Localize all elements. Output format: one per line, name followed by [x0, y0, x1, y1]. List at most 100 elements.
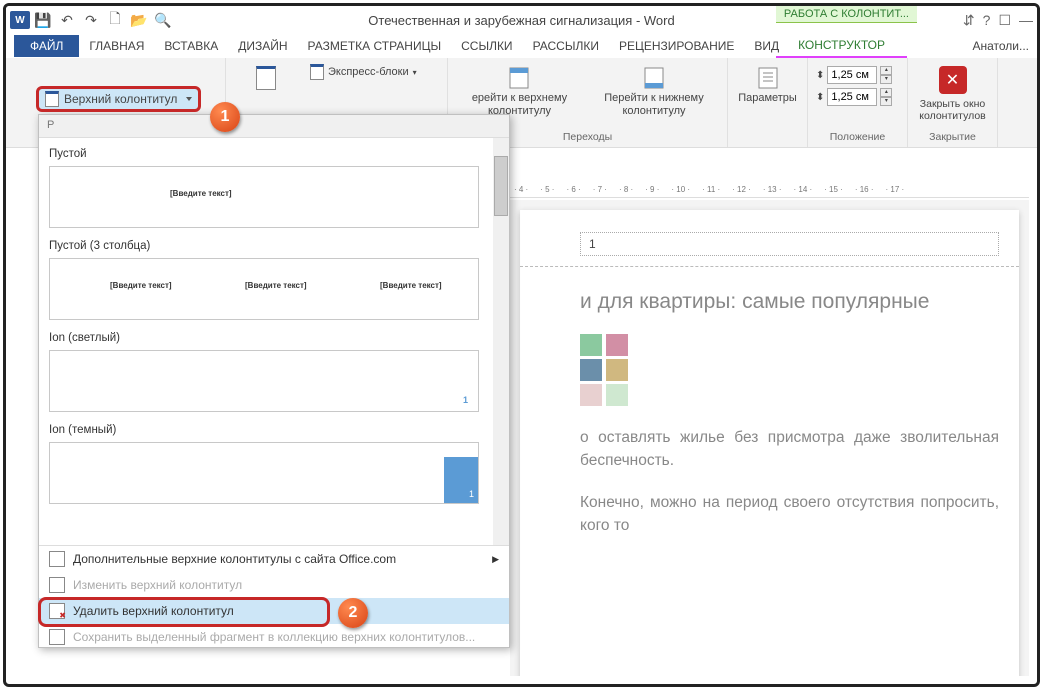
options-label: Параметры: [738, 92, 797, 105]
tab-mailings[interactable]: РАССЫЛКИ: [523, 35, 609, 57]
quick-parts-button[interactable]: Экспресс-блоки ▾: [306, 62, 439, 82]
close-header-footer-button[interactable]: ✕ Закрыть окно колонтитулов: [916, 62, 989, 126]
goto-footer-button[interactable]: Перейти к нижнему колонтитулу: [589, 62, 719, 119]
undo-icon[interactable]: ↶: [56, 9, 78, 31]
gallery-title-blank3: Пустой (3 столбца): [49, 236, 499, 258]
page[interactable]: 1 и для квартиры: самые популярные о ост…: [520, 210, 1019, 676]
header-edit-area[interactable]: 1: [580, 232, 999, 256]
group-position-label: Положение: [816, 131, 899, 145]
delete-header-label: Удалить верхний колонтитул: [73, 604, 234, 618]
new-icon[interactable]: 🗋: [104, 9, 126, 31]
options-icon: [755, 64, 781, 90]
edit-header-label: Изменить верхний колонтитул: [73, 578, 242, 592]
placeholder-text: [Введите текст]: [245, 281, 307, 290]
minimize-button[interactable]: —: [1019, 12, 1033, 28]
save-selection-icon: [49, 629, 65, 645]
delete-header-item[interactable]: Удалить верхний колонтитул: [39, 598, 509, 624]
restore-icon[interactable]: ☐: [998, 12, 1011, 29]
placeholder-text: [Введите текст]: [170, 189, 232, 198]
help-icon[interactable]: ?: [983, 12, 991, 28]
preview-icon[interactable]: 🔍: [152, 9, 174, 31]
spin-up[interactable]: ▴: [880, 88, 892, 97]
document-area: 1 и для квартиры: самые популярные о ост…: [510, 200, 1029, 676]
placeholder-text: [Введите текст]: [380, 281, 442, 290]
save-selection-label: Сохранить выделенный фрагмент в коллекци…: [73, 630, 475, 644]
page-icon: [45, 91, 59, 107]
spin-down[interactable]: ▾: [880, 75, 892, 84]
page-icon-btn[interactable]: [246, 60, 286, 96]
goto-footer-label: Перейти к нижнему колонтитулу: [593, 92, 715, 117]
gallery-title-ion-dark: Ion (темный): [49, 420, 499, 442]
gallery-item-blank3[interactable]: [Введите текст] [Введите текст] [Введите…: [49, 258, 479, 320]
callout-2: 2: [338, 598, 368, 628]
edit-header-icon: [49, 577, 65, 593]
office-icon: [49, 551, 65, 567]
save-icon[interactable]: 💾: [32, 9, 54, 31]
dropdown-hint: Р: [39, 115, 509, 138]
callout-1: 1: [210, 102, 240, 132]
tab-designer[interactable]: КОНСТРУКТОР: [776, 34, 907, 59]
header-dropdown-button[interactable]: Верхний колонтитул: [36, 86, 201, 112]
titlebar: W 💾 ↶ ↷ 🗋 📂 🔍 Отечественная и зарубежная…: [6, 6, 1037, 34]
more-office-label: Дополнительные верхние колонтитулы с сай…: [73, 552, 396, 566]
word-icon: W: [10, 11, 30, 29]
header-top-input[interactable]: [827, 66, 877, 84]
gallery-title-ion-light: Ion (светлый): [49, 328, 499, 350]
header-dropdown-label: Верхний колонтитул: [64, 92, 177, 106]
ribbon-options-icon[interactable]: ⇵: [963, 12, 975, 29]
tab-references[interactable]: ССЫЛКИ: [451, 35, 522, 57]
placeholder-text: [Введите текст]: [110, 281, 172, 290]
ribbon-tabs: ФАЙЛ ГЛАВНАЯ ВСТАВКА ДИЗАЙН РАЗМЕТКА СТР…: [6, 34, 1037, 58]
goto-footer-icon: [641, 64, 667, 90]
document-paragraph-1: о оставлять жилье без присмотра даже зво…: [580, 426, 999, 473]
tab-file[interactable]: ФАЙЛ: [14, 35, 79, 57]
dropdown-footer: Дополнительные верхние колонтитулы с сай…: [39, 546, 509, 650]
tab-layout[interactable]: РАЗМЕТКА СТРАНИЦЫ: [298, 35, 452, 57]
tab-review[interactable]: РЕЦЕНЗИРОВАНИЕ: [609, 35, 744, 57]
gallery-title-blank: Пустой: [49, 144, 499, 166]
chevron-right-icon: ▶: [492, 554, 499, 565]
window-title: Отечественная и зарубежная сигнализация …: [368, 13, 674, 28]
header-text: 1: [589, 237, 596, 251]
document-image-placeholder: [580, 334, 628, 406]
context-tab-header: РАБОТА С КОЛОНТИТ...: [776, 6, 917, 23]
scrollbar[interactable]: [493, 138, 509, 545]
header-gallery-dropdown: Р Пустой [Введите текст] Пустой (3 столб…: [38, 114, 510, 648]
header-separator: [520, 266, 1019, 267]
open-icon[interactable]: 📂: [128, 9, 150, 31]
options-button[interactable]: Параметры: [736, 62, 799, 107]
gallery-scroll[interactable]: Пустой [Введите текст] Пустой (3 столбца…: [39, 138, 509, 546]
group-close-label: Закрытие: [916, 131, 989, 145]
ion-dark-bar: 1: [444, 457, 478, 503]
more-from-office-item[interactable]: Дополнительные верхние колонтитулы с сай…: [39, 546, 509, 572]
document-paragraph-2: Конечно, можно на период своего отсутств…: [580, 491, 999, 538]
window-controls: ⇵ ? ☐ —: [963, 12, 1033, 29]
context-tab-group: РАБОТА С КОЛОНТИТ...: [776, 6, 917, 23]
tab-insert[interactable]: ВСТАВКА: [154, 35, 228, 57]
quick-access-toolbar: W 💾 ↶ ↷ 🗋 📂 🔍: [10, 9, 174, 31]
gallery-item-ion-dark[interactable]: 1: [49, 442, 479, 504]
spin-up[interactable]: ▴: [880, 66, 892, 75]
header-bottom-position: ⬍ ▴▾: [816, 88, 899, 106]
tab-design[interactable]: ДИЗАЙН: [228, 35, 297, 57]
horizontal-ruler[interactable]: · 4 ·· 5 ·· 6 ·· 7 ·· 8 ·· 9 ·· 10 ·· 11…: [510, 182, 1029, 198]
tab-home[interactable]: ГЛАВНАЯ: [79, 35, 154, 57]
close-hf-label: Закрыть окно колонтитулов: [919, 98, 985, 122]
ion-light-page-number: 1: [463, 395, 468, 405]
save-selection-item: Сохранить выделенный фрагмент в коллекци…: [39, 624, 509, 650]
goto-header-button[interactable]: ерейти к верхнему колонтитулу: [456, 62, 583, 119]
document-heading: и для квартиры: самые популярные: [580, 290, 999, 314]
header-bottom-input[interactable]: [827, 88, 877, 106]
spin-down[interactable]: ▾: [880, 97, 892, 106]
header-top-position: ⬍ ▴▾: [816, 66, 899, 84]
delete-header-icon: [49, 603, 65, 619]
redo-icon[interactable]: ↷: [80, 9, 102, 31]
goto-header-icon: [506, 64, 532, 90]
scrollbar-thumb[interactable]: [494, 156, 508, 216]
edit-header-item[interactable]: Изменить верхний колонтитул: [39, 572, 509, 598]
gallery-item-ion-light[interactable]: 1: [49, 350, 479, 412]
close-icon: ✕: [939, 66, 967, 94]
quick-parts-label: Экспресс-блоки: [328, 66, 409, 78]
user-label[interactable]: Анатоли...: [972, 39, 1029, 53]
gallery-item-blank[interactable]: [Введите текст]: [49, 166, 479, 228]
